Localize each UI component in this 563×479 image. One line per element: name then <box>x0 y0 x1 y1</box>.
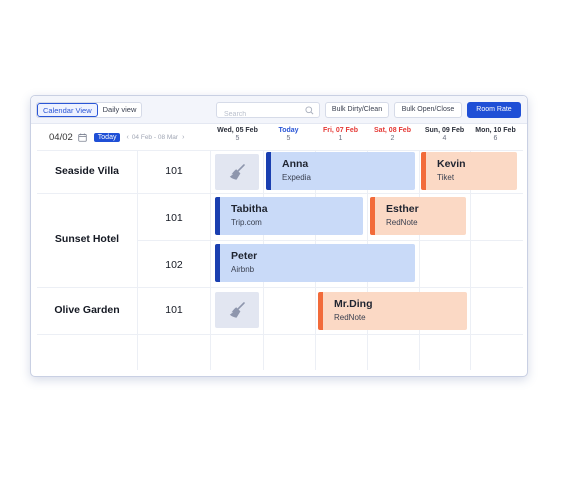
day-header-weekend: Fri, 07 Feb 1 <box>322 127 358 142</box>
booking-source: RedNote <box>386 218 418 227</box>
booking-source: Airbnb <box>231 265 255 274</box>
booking-card[interactable]: Tabitha Trip.com <box>215 197 363 235</box>
room-number[interactable]: 101 <box>138 212 210 224</box>
booking-card[interactable]: Mr.Ding RedNote <box>318 292 467 330</box>
day-header: Wed, 05 Feb 5 <box>217 127 258 142</box>
booking-source: Tiket <box>437 173 455 182</box>
grid-line <box>137 240 523 241</box>
guest-name: Tabitha <box>231 203 268 215</box>
guest-name: Peter <box>231 250 258 262</box>
room-rate-button[interactable]: Room Rate <box>467 102 521 118</box>
booking-card[interactable]: Kevin Tiket <box>421 152 517 190</box>
grid-line <box>37 334 523 335</box>
cleaning-tile[interactable] <box>215 154 259 190</box>
booking-card[interactable]: Esther RedNote <box>370 197 466 235</box>
guest-name: Anna <box>282 158 309 170</box>
room-number[interactable]: 101 <box>138 304 210 316</box>
booking-card[interactable]: Peter Airbnb <box>215 244 415 282</box>
guest-name: Mr.Ding <box>334 298 373 310</box>
guest-name: Esther <box>386 203 419 215</box>
calendar-icon[interactable] <box>78 133 87 142</box>
reservation-grid: Seaside Villa Sunset Hotel Olive Garden … <box>37 150 523 370</box>
date-navigator: 04/02 Today ‹ 04 Feb - 08 Mar › <box>39 128 209 146</box>
broom-icon <box>229 302 245 318</box>
room-number[interactable]: 101 <box>138 165 210 177</box>
cleaning-tile[interactable] <box>215 292 259 328</box>
hotel-name: Sunset Hotel <box>54 233 120 245</box>
grid-line <box>37 150 523 151</box>
search-icon[interactable] <box>305 106 314 115</box>
day-header-weekend: Sat, 08 Feb 2 <box>374 127 411 142</box>
daily-view-tab[interactable]: Daily view <box>98 103 142 117</box>
bulk-open-close-button[interactable]: Bulk Open/Close <box>394 102 462 118</box>
booking-source: Expedia <box>282 173 311 182</box>
grid-line <box>419 150 420 370</box>
grid-line <box>210 150 211 370</box>
day-header: Mon, 10 Feb 6 <box>475 127 516 142</box>
next-arrow-icon[interactable]: › <box>182 134 184 141</box>
guest-name: Kevin <box>437 158 466 170</box>
room-number[interactable]: 102 <box>138 259 210 271</box>
day-header-today: Today 5 <box>278 127 299 142</box>
booking-source: RedNote <box>334 313 366 322</box>
broom-icon <box>229 164 245 180</box>
toolbar: Calendar View Daily view Bulk Dirty/Clea… <box>31 96 527 124</box>
calendar-card: Calendar View Daily view Bulk Dirty/Clea… <box>30 95 528 377</box>
booking-card[interactable]: Anna Expedia <box>266 152 415 190</box>
bulk-dirty-clean-button[interactable]: Bulk Dirty/Clean <box>325 102 389 118</box>
hotel-name: Seaside Villa <box>54 165 119 177</box>
hotel-name: Olive Garden <box>54 304 120 316</box>
current-date[interactable]: 04/02 <box>49 132 73 143</box>
prev-arrow-icon[interactable]: ‹ <box>126 134 128 141</box>
grid-line <box>37 287 523 288</box>
booking-source: Trip.com <box>231 218 262 227</box>
search-box <box>216 102 320 122</box>
day-header: Sun, 09 Feb 4 <box>424 127 465 142</box>
view-toggle: Calendar View Daily view <box>36 102 143 118</box>
date-range: 04 Feb - 08 Mar <box>131 133 179 141</box>
calendar-view-tab[interactable]: Calendar View <box>37 103 98 117</box>
today-button[interactable]: Today <box>93 132 121 142</box>
grid-line <box>37 193 523 194</box>
search-input[interactable] <box>217 107 303 122</box>
